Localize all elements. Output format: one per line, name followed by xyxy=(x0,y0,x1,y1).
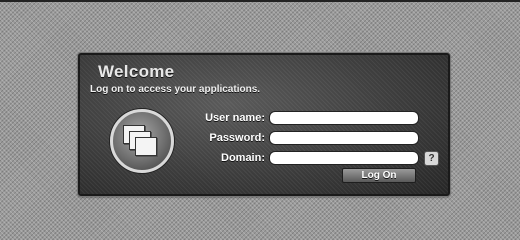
help-icon[interactable]: ? xyxy=(424,151,439,166)
domain-input[interactable] xyxy=(269,151,419,165)
password-input[interactable] xyxy=(269,131,419,145)
username-input[interactable] xyxy=(269,111,419,125)
username-label: User name: xyxy=(205,112,265,124)
log-on-button[interactable]: Log On xyxy=(342,168,416,183)
password-label: Password: xyxy=(209,132,265,144)
login-panel: Welcome Log on to access your applicatio… xyxy=(78,53,450,196)
welcome-subtitle: Log on to access your applications. xyxy=(90,84,261,95)
welcome-title: Welcome xyxy=(98,62,175,81)
application-windows-icon xyxy=(110,109,174,173)
window-shape xyxy=(135,137,157,156)
domain-label: Domain: xyxy=(221,152,265,164)
